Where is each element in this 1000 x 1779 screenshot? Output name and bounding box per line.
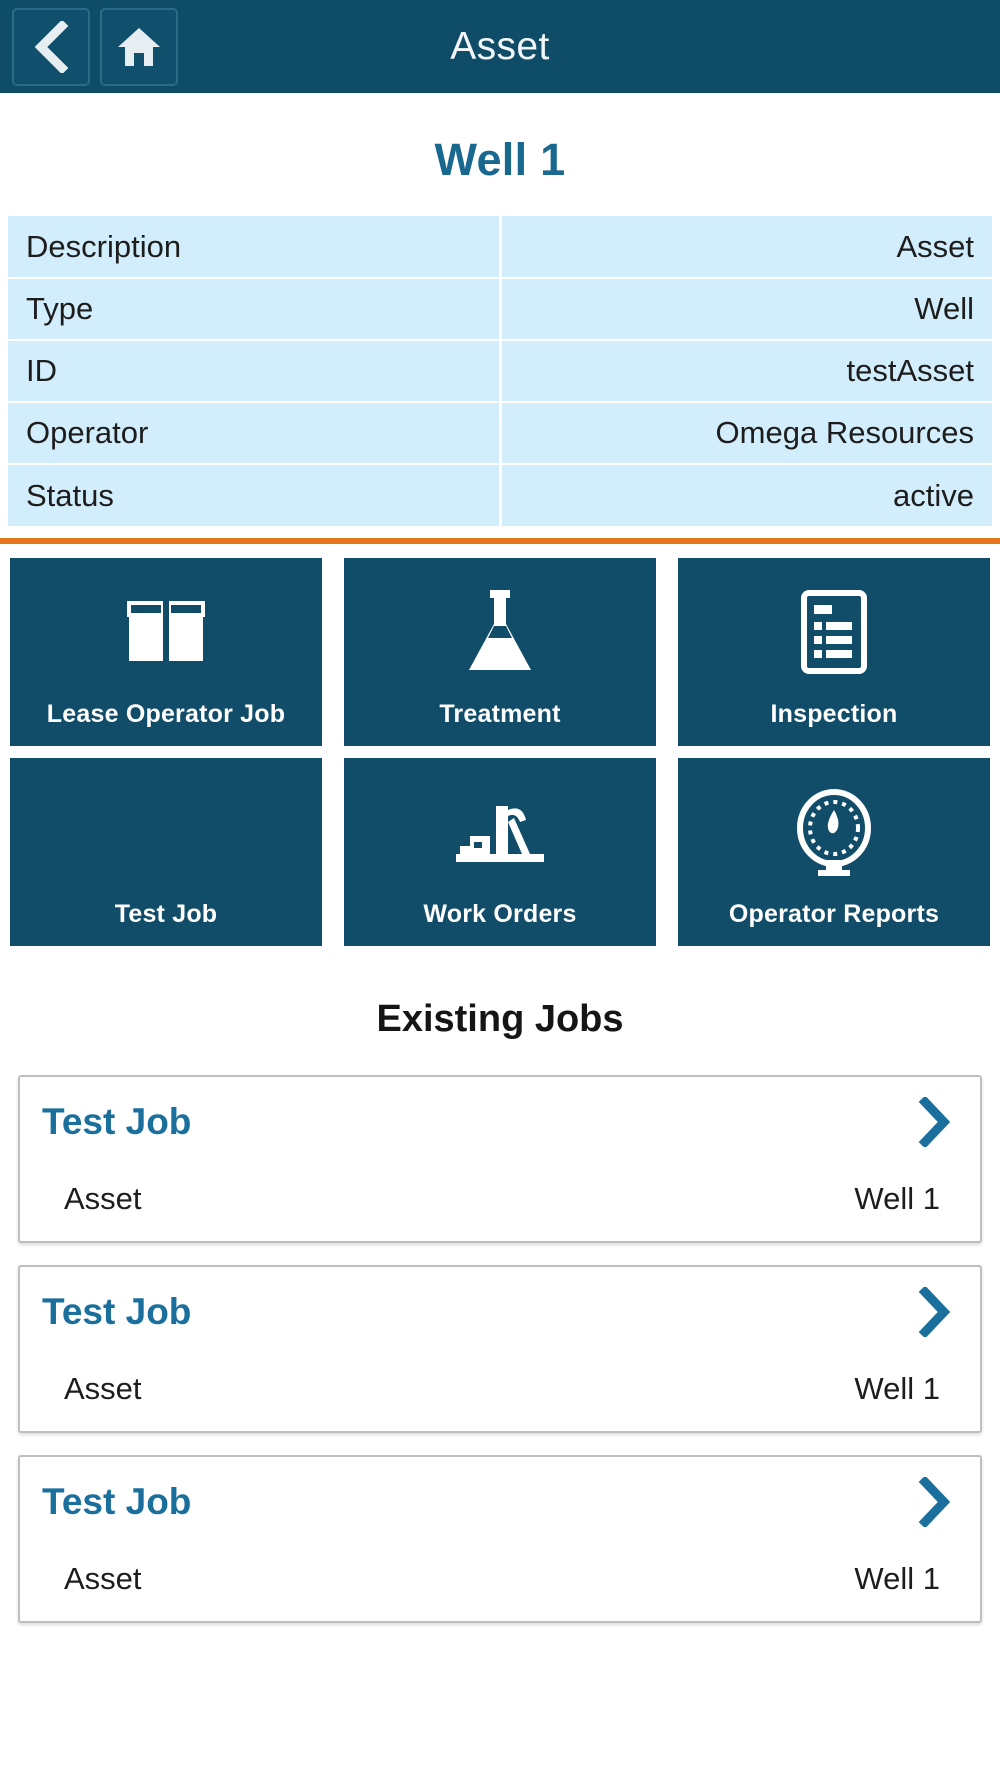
asset-screen: Asset Well 1 Description Asset Type Well…	[0, 0, 1000, 1779]
table-row: Status active	[8, 463, 992, 526]
home-icon	[116, 25, 162, 69]
action-tile-grid: Lease Operator Job Treatment Inspection …	[0, 544, 1000, 946]
action-tile-lease-operator-job[interactable]: Lease Operator Job	[10, 558, 322, 746]
asset-name: Well 1	[434, 134, 566, 185]
no-icon	[10, 784, 322, 880]
back-button[interactable]	[12, 7, 90, 86]
job-field-label: Asset	[64, 1561, 142, 1596]
action-tile-label: Work Orders	[423, 899, 577, 928]
detail-value: Asset	[498, 216, 992, 278]
detail-value: Omega Resources	[498, 401, 992, 464]
action-tile-test-job[interactable]: Test Job	[10, 758, 322, 946]
job-card[interactable]: Test Job Asset Well 1	[18, 1075, 982, 1243]
detail-value: Well	[498, 277, 992, 340]
action-tile-label: Inspection	[770, 699, 898, 728]
job-field-label: Asset	[64, 1371, 142, 1406]
detail-label: Type	[8, 277, 500, 340]
gauge-icon	[678, 784, 990, 880]
action-tile-work-orders[interactable]: Work Orders	[344, 758, 656, 946]
detail-value: testAsset	[498, 339, 992, 402]
action-tile-label: Lease Operator Job	[46, 699, 286, 728]
action-tile-treatment[interactable]: Treatment	[344, 558, 656, 746]
job-card[interactable]: Test Job Asset Well 1	[18, 1455, 982, 1623]
table-row: Type Well	[8, 277, 992, 340]
table-row: Description Asset	[8, 216, 992, 278]
chevron-right-icon[interactable]	[918, 1477, 958, 1527]
job-field-label: Asset	[64, 1181, 142, 1216]
job-field-row: Asset Well 1	[42, 1181, 958, 1217]
action-tile-label: Operator Reports	[728, 899, 940, 928]
asset-detail-table: Description Asset Type Well ID testAsset…	[8, 216, 992, 526]
app-header: Asset	[0, 0, 1000, 96]
job-card-header: Test Job	[42, 1477, 958, 1527]
status-badge: active	[498, 463, 992, 526]
chevron-right-icon[interactable]	[918, 1097, 958, 1147]
chevron-left-icon	[32, 20, 70, 73]
detail-label: Operator	[8, 401, 500, 464]
action-tile-operator-reports[interactable]: Operator Reports	[678, 758, 990, 946]
detail-label: Status	[8, 463, 500, 526]
flask-icon	[344, 584, 656, 680]
table-row: Operator Omega Resources	[8, 401, 992, 464]
table-row: ID testAsset	[8, 339, 992, 402]
job-title: Test Job	[42, 1481, 192, 1522]
job-card-header: Test Job	[42, 1287, 958, 1337]
pumpjack-icon	[344, 784, 656, 880]
detail-label: ID	[8, 339, 500, 402]
job-field-value: Well 1	[854, 1371, 940, 1406]
chevron-right-icon[interactable]	[918, 1287, 958, 1337]
action-tile-inspection[interactable]: Inspection	[678, 558, 990, 746]
job-card-header: Test Job	[42, 1097, 958, 1147]
existing-jobs-heading: Existing Jobs	[376, 998, 624, 1040]
job-title: Test Job	[42, 1291, 192, 1332]
action-tile-label: Test Job	[114, 899, 218, 928]
job-field-value: Well 1	[854, 1181, 940, 1216]
job-field-row: Asset Well 1	[42, 1561, 958, 1597]
detail-label: Description	[8, 216, 500, 278]
existing-jobs-list: Test Job Asset Well 1 Test Job Asset Wel…	[0, 1075, 1000, 1623]
job-field-value: Well 1	[854, 1561, 940, 1596]
home-button[interactable]	[100, 7, 178, 86]
clipboard-list-icon	[678, 584, 990, 680]
job-field-row: Asset Well 1	[42, 1371, 958, 1407]
job-card[interactable]: Test Job Asset Well 1	[18, 1265, 982, 1433]
action-tile-label: Treatment	[439, 699, 561, 728]
open-book-icon	[10, 584, 322, 680]
job-title: Test Job	[42, 1101, 192, 1142]
